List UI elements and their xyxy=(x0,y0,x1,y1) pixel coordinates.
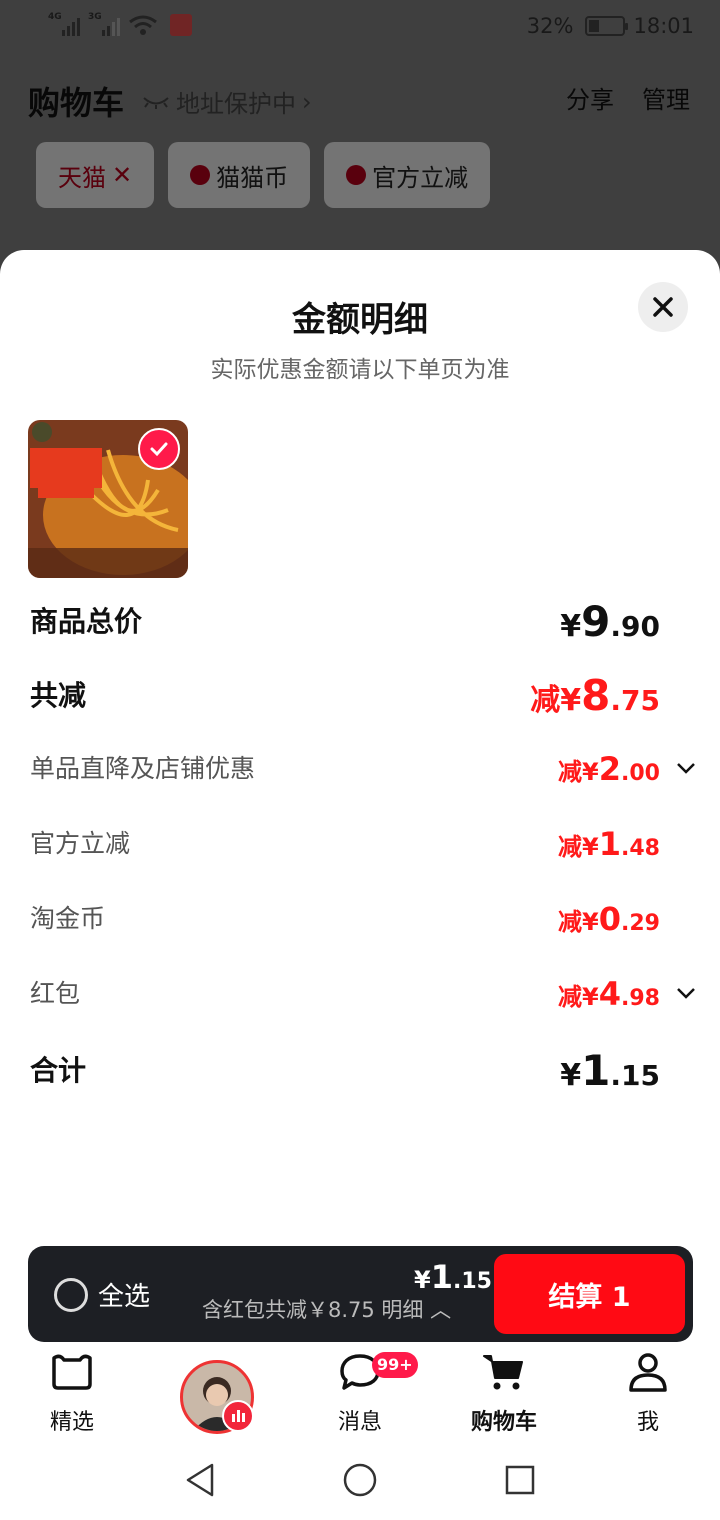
recents-icon[interactable] xyxy=(504,1464,536,1496)
row-value: 减¥1.48 xyxy=(558,825,660,863)
sheet-title: 金额明细 xyxy=(292,300,428,340)
row-label: 合计 xyxy=(30,1054,87,1087)
row-value: ¥9.90 xyxy=(560,597,660,646)
close-icon xyxy=(653,297,673,317)
total-price: ¥1.15 xyxy=(414,1258,492,1296)
summary-row-total-discount: 共减 减¥8.75 xyxy=(30,671,660,721)
row-label: 红包 xyxy=(30,979,81,1008)
select-all-radio[interactable] xyxy=(54,1278,88,1312)
row-label: 单品直降及店铺优惠 xyxy=(30,754,256,783)
row-value: 减¥8.75 xyxy=(530,671,660,720)
tab-me[interactable]: 我 xyxy=(598,1348,698,1440)
system-nav-bar xyxy=(0,1440,720,1520)
sheet-subtitle: 实际优惠金额请以下单页为准 xyxy=(210,357,510,383)
summary-row-red-packet[interactable]: 红包 减¥4.98 xyxy=(30,969,660,1019)
summary-row-official-discount: 官方立减 减¥1.48 xyxy=(30,819,660,869)
row-label: 官方立减 xyxy=(30,829,131,858)
chevron-down-icon[interactable] xyxy=(674,981,698,1005)
bottom-tab-bar: 精选 消息 购物车 我 xyxy=(0,1348,720,1440)
row-label: 商品总价 xyxy=(30,605,143,638)
tab-label: 消息 xyxy=(337,1410,382,1435)
tab-label: 购物车 xyxy=(470,1410,537,1435)
person-icon xyxy=(629,1353,667,1392)
cart-icon xyxy=(483,1355,523,1390)
row-value: 减¥4.98 xyxy=(558,975,660,1013)
row-value: 减¥0.29 xyxy=(558,900,660,938)
featured-icon xyxy=(52,1354,92,1390)
live-indicator-icon xyxy=(222,1400,254,1432)
row-label: 淘金币 xyxy=(30,904,106,933)
summary-row-grand-total: 合计 ¥1.15 xyxy=(30,1046,660,1096)
summary-row-total-price: 商品总价 ¥9.90 xyxy=(30,597,660,647)
back-icon[interactable] xyxy=(184,1462,216,1498)
tab-cart[interactable]: 购物车 xyxy=(454,1348,554,1440)
summary-row-shop-discount[interactable]: 单品直降及店铺优惠 减¥2.00 xyxy=(30,744,660,794)
chevron-down-icon[interactable] xyxy=(674,756,698,780)
row-label: 共减 xyxy=(30,679,87,712)
close-button[interactable] xyxy=(638,282,688,332)
summary-row-taojinbi: 淘金币 减¥0.29 xyxy=(30,894,660,944)
row-value: 减¥2.00 xyxy=(558,750,660,788)
tab-label: 精选 xyxy=(49,1410,94,1435)
messages-badge: 99+ xyxy=(372,1352,418,1378)
discount-note-text: 含红包共减￥8.75 明细 xyxy=(202,1298,424,1322)
discount-detail-toggle[interactable]: 含红包共减￥8.75 明细 ︿ xyxy=(202,1294,451,1324)
selected-check-icon[interactable] xyxy=(138,428,180,470)
tab-label: 我 xyxy=(636,1410,659,1435)
tab-featured[interactable]: 精选 xyxy=(22,1348,122,1440)
checkout-bar: 全选 ¥1.15 含红包共减￥8.75 明细 ︿ 结算 1 xyxy=(28,1246,693,1342)
row-value: ¥1.15 xyxy=(560,1046,660,1095)
checkout-button[interactable]: 结算 1 xyxy=(494,1254,685,1334)
select-all-label[interactable]: 全选 xyxy=(98,1276,150,1313)
chevron-up-icon: ︿ xyxy=(430,1298,452,1322)
home-icon[interactable] xyxy=(342,1462,378,1498)
